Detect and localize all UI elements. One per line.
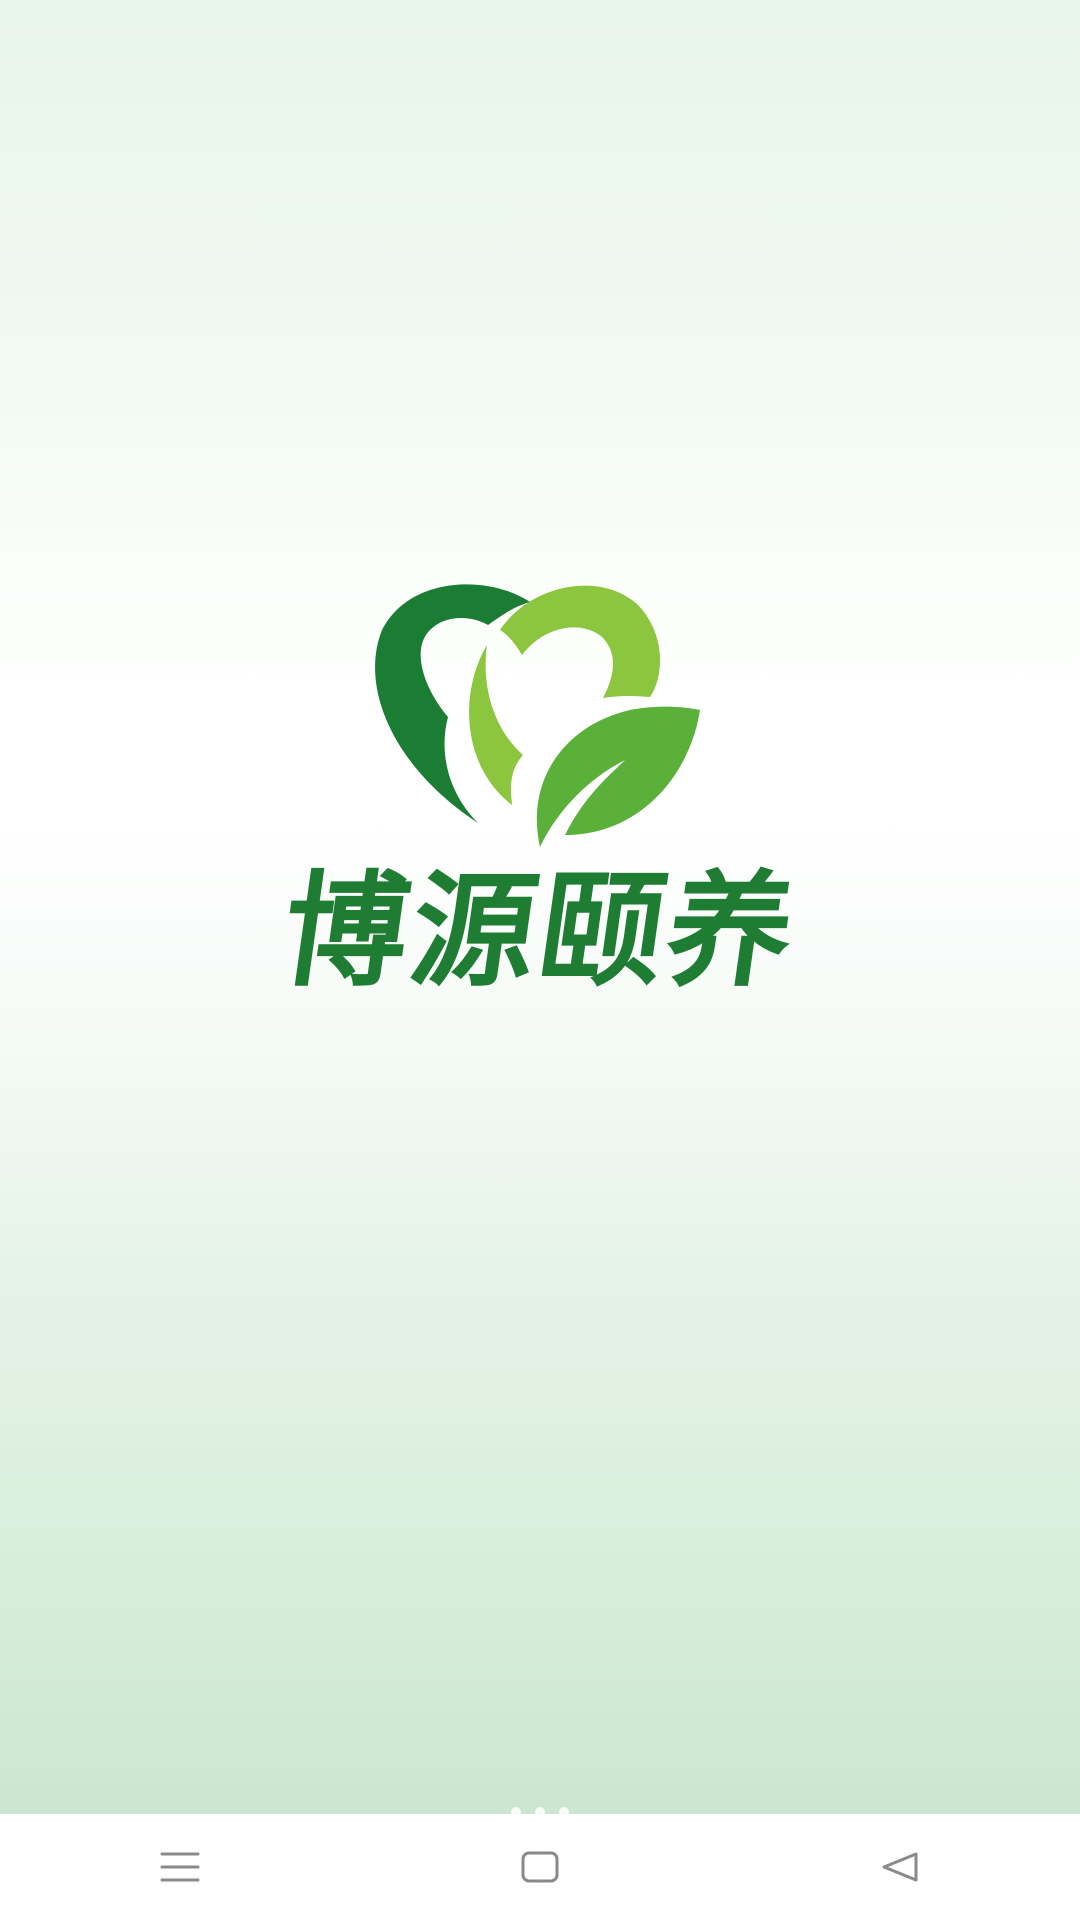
- big-leaf-shape: [536, 706, 700, 847]
- splash-screen: 博源颐养: [0, 0, 1080, 1817]
- inner-leaf-shape: [469, 645, 523, 805]
- heart-leaf-logo-icon: [375, 584, 700, 847]
- back-triangle-icon: [882, 1852, 918, 1882]
- back-button[interactable]: [840, 1827, 960, 1907]
- menu-button[interactable]: [120, 1827, 240, 1907]
- menu-icon: [160, 1852, 200, 1882]
- brand-title: 博源颐养: [273, 860, 807, 1004]
- system-navigation-bar: [0, 1814, 1080, 1920]
- home-button[interactable]: [480, 1827, 600, 1907]
- home-square-icon: [521, 1851, 559, 1883]
